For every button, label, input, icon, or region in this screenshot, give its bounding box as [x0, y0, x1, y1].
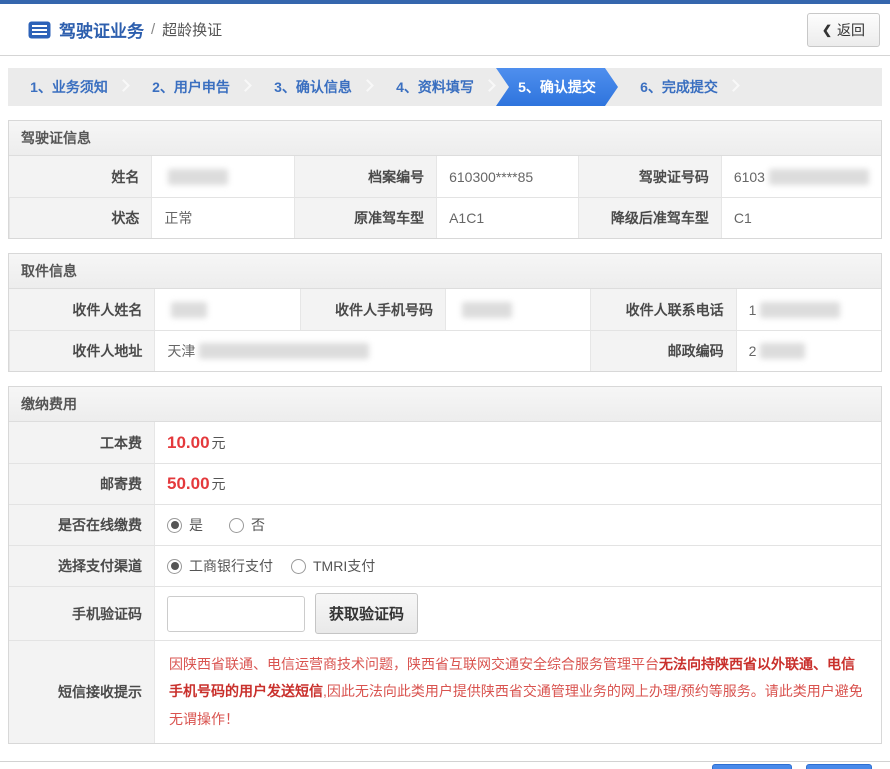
field-value-recipient-mobile — [444, 289, 591, 330]
field-label-postage-fee: 邮寄费 — [9, 463, 154, 504]
field-label-postal-code: 邮政编码 — [590, 330, 736, 371]
step-1-notice[interactable]: 1、业务须知 — [8, 68, 130, 106]
field-value-recipient-phone: 1 — [735, 289, 881, 330]
step-3-confirm-info[interactable]: 3、确认信息 — [252, 68, 374, 106]
field-label-file-number: 档案编号 — [293, 156, 437, 197]
step-6-finish-submit[interactable]: 6、完成提交 — [618, 68, 740, 106]
section-payment-fees: 缴纳费用 工本费 10.00 元 邮寄费 50.00 元 是否在线缴费 是 否 — [8, 386, 882, 744]
field-value-production-fee: 10.00 元 — [154, 422, 881, 463]
redacted-blur — [171, 301, 208, 318]
field-label-original-class: 原准驾车型 — [293, 197, 437, 238]
section-license-info: 驾驶证信息 姓名 档案编号 610300****85 驾驶证号码 6103 状态… — [8, 120, 882, 239]
fee-unit: 元 — [211, 476, 226, 492]
radio-unselected-icon[interactable] — [291, 558, 306, 574]
redacted-blur — [760, 343, 806, 359]
field-value-sms-code: 获取验证码 — [154, 586, 881, 640]
redacted-blur — [461, 301, 512, 318]
field-label-license-number: 驾驶证号码 — [578, 156, 721, 197]
list-icon — [28, 21, 51, 39]
section-title: 缴纳费用 — [9, 387, 881, 422]
field-label-recipient-name: 收件人姓名 — [9, 289, 155, 330]
step-separator-icon — [239, 79, 252, 92]
back-chevron-icon: ❮ — [821, 22, 832, 37]
notice-text: 因陕西省联通、电信运营商技术问题，陕西省互联网交通安全综合服务管理平台 — [169, 656, 659, 672]
field-value-license-number: 6103 — [720, 156, 881, 197]
section-pickup-info: 取件信息 收件人姓名 收件人手机号码 收件人联系电话 1 收件人地址 天津 邮政… — [8, 253, 882, 372]
fee-unit: 元 — [211, 434, 226, 451]
steps-filler — [740, 68, 882, 106]
step-5-confirm-submit-active[interactable]: 5、确认提交 — [496, 68, 618, 106]
redacted-blur — [168, 168, 229, 185]
fee-amount: 10.00 — [167, 432, 210, 452]
radio-unselected-icon[interactable] — [229, 517, 244, 533]
radio-option-icbc[interactable]: 工商银行支付 — [167, 556, 273, 576]
field-label-recipient-mobile: 收件人手机号码 — [299, 289, 445, 330]
get-sms-code-button[interactable]: 获取验证码 — [315, 593, 419, 634]
step-separator-icon — [117, 79, 130, 92]
field-label-status: 状态 — [9, 197, 152, 238]
field-value-original-class: A1C1 — [436, 197, 579, 238]
field-label-recipient-address: 收件人地址 — [9, 330, 155, 371]
field-value-status: 正常 — [151, 197, 294, 238]
back-button-label: 返回 — [837, 21, 865, 38]
step-separator-icon — [361, 79, 374, 92]
back-button[interactable]: ❮ 返回 — [806, 12, 880, 47]
redacted-blur — [199, 343, 370, 359]
field-value-recipient-address: 天津 — [154, 330, 591, 371]
step-separator-icon — [483, 79, 496, 92]
field-value-postal-code: 2 — [735, 330, 881, 371]
field-label-recipient-phone: 收件人联系电话 — [590, 289, 736, 330]
field-label-sms-notice: 短信接收提示 — [9, 640, 154, 743]
field-value-pay-online: 是 否 — [154, 504, 881, 545]
radio-selected-icon[interactable] — [167, 558, 182, 574]
radio-option-no[interactable]: 否 — [229, 515, 265, 535]
previous-step-button[interactable]: 上一步 — [712, 763, 792, 769]
field-value-name — [151, 156, 294, 197]
field-label-payment-channel: 选择支付渠道 — [9, 545, 154, 586]
section-title: 取件信息 — [9, 254, 881, 289]
field-label-production-fee: 工本费 — [9, 422, 154, 463]
fee-amount: 50.00 — [167, 474, 210, 493]
field-value-recipient-name — [154, 289, 300, 330]
field-value-postage-fee: 50.00 元 — [154, 463, 881, 504]
field-label-downgraded-class: 降级后准驾车型 — [578, 197, 721, 238]
field-label-sms-code: 手机验证码 — [9, 586, 154, 640]
footer-actions: 上一步 完成 — [0, 744, 890, 769]
field-label-name: 姓名 — [9, 156, 152, 197]
section-title: 驾驶证信息 — [9, 121, 881, 156]
field-value-payment-channel: 工商银行支付 TMRI支付 — [154, 545, 881, 586]
redacted-blur — [760, 301, 841, 318]
redacted-blur — [768, 168, 869, 185]
radio-option-yes[interactable]: 是 — [167, 515, 203, 535]
radio-option-tmri[interactable]: TMRI支付 — [291, 556, 375, 576]
page-header: 驾驶证业务 / 超龄换证 ❮ 返回 — [0, 4, 890, 56]
field-label-pay-online: 是否在线缴费 — [9, 504, 154, 545]
page-bottom-divider — [0, 761, 890, 762]
field-value-file-number: 610300****85 — [436, 156, 579, 197]
breadcrumb-separator: / — [151, 21, 156, 38]
wizard-steps: 1、业务须知 2、用户申告 3、确认信息 4、资料填写 5、确认提交 6、完成提… — [8, 68, 882, 106]
page-title: 驾驶证业务 — [59, 22, 144, 41]
step-separator-icon — [727, 79, 740, 92]
radio-selected-icon[interactable] — [167, 517, 182, 533]
breadcrumb-current: 超龄换证 — [162, 22, 223, 39]
finish-button[interactable]: 完成 — [806, 763, 872, 769]
field-value-sms-notice: 因陕西省联通、电信运营商技术问题，陕西省互联网交通安全综合服务管理平台无法向持陕… — [154, 640, 881, 743]
step-2-declare[interactable]: 2、用户申告 — [130, 68, 252, 106]
sms-code-input[interactable] — [167, 595, 305, 632]
step-4-fill-material[interactable]: 4、资料填写 — [374, 68, 496, 106]
field-value-downgraded-class: C1 — [720, 197, 881, 238]
